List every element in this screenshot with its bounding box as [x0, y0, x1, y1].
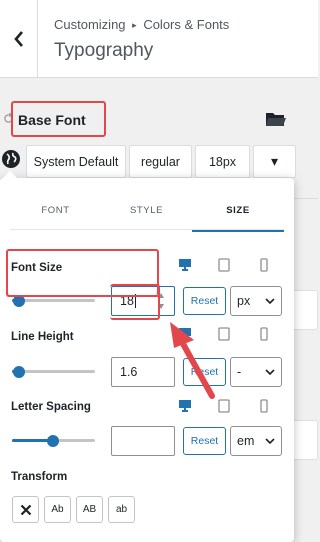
breadcrumb: Customizing ▸ Colors & Fonts [54, 17, 229, 32]
background-divider [294, 198, 318, 199]
breadcrumb-section: Colors & Fonts [143, 17, 230, 32]
chevron-down-icon [265, 368, 275, 375]
tab-style[interactable]: STYLE [101, 190, 192, 230]
letter-spacing-unit-select[interactable]: em [230, 426, 282, 456]
line-height-slider-thumb[interactable] [13, 366, 25, 378]
line-height-label: Line Height [11, 331, 74, 343]
tab-style-label: STYLE [129, 204, 164, 216]
transform-uppercase-label: AB [82, 504, 97, 515]
letter-spacing-reset-button[interactable]: Reset [183, 427, 226, 455]
transform-lowercase-label: ab [115, 504, 128, 515]
font-size-reset-label: Reset [190, 295, 219, 307]
popover-arrow [2, 171, 18, 179]
transform-lowercase-button[interactable]: ab [108, 496, 135, 523]
line-height-input-value: 1.6 [120, 365, 138, 379]
font-size-unit-select[interactable]: px [230, 286, 282, 316]
chevron-down-icon [265, 297, 275, 304]
transform-none-button[interactable] [12, 496, 39, 523]
transform-label: Transform [11, 471, 68, 483]
customizer-header: Customizing ▸ Colors & Fonts Typography [0, 0, 318, 78]
transform-capitalize-label: Ab [51, 504, 64, 515]
tab-size[interactable]: SIZE [192, 190, 284, 232]
close-icon [20, 504, 31, 515]
font-weight-chip[interactable]: regular [129, 145, 192, 178]
letter-spacing-label: Letter Spacing [11, 401, 91, 413]
line-height-unit-select[interactable]: - [230, 357, 282, 387]
annotation-arrow [170, 322, 215, 399]
letter-spacing-unit-value: em [237, 434, 255, 448]
tab-font[interactable]: FONT [10, 190, 101, 230]
highlight-box [110, 284, 160, 320]
tab-bar: FONT STYLE SIZE [10, 190, 284, 232]
letter-spacing-input[interactable] [111, 426, 175, 456]
folder-icon[interactable] [265, 110, 287, 128]
tab-size-label: SIZE [226, 204, 250, 216]
font-size-chip[interactable]: 18px [195, 145, 250, 178]
caret-down-icon: ▾ [270, 153, 279, 169]
mobile-icon[interactable] [257, 399, 271, 413]
tab-font-label: FONT [41, 204, 70, 216]
font-family-value: System Default [33, 154, 119, 169]
transform-uppercase-button[interactable]: AB [76, 496, 103, 523]
line-height-unit-value: - [237, 365, 242, 379]
page-title: Typography [54, 40, 154, 61]
tablet-icon[interactable] [217, 258, 231, 272]
font-family-chip[interactable]: System Default [26, 145, 126, 178]
mobile-icon[interactable] [257, 258, 271, 272]
font-weight-value: regular [141, 154, 180, 169]
transform-capitalize-button[interactable]: Ab [44, 496, 71, 523]
back-button[interactable] [0, 0, 38, 77]
chevron-down-icon [265, 437, 275, 444]
globe-icon[interactable] [1, 149, 21, 169]
font-size-unit-value: px [237, 294, 251, 308]
chevron-left-icon [13, 30, 23, 47]
font-size-value: 18px [208, 154, 237, 169]
tablet-icon[interactable] [217, 399, 231, 413]
desktop-icon[interactable] [178, 399, 192, 413]
letter-spacing-slider-thumb[interactable] [47, 435, 59, 447]
desktop-icon[interactable] [178, 258, 192, 272]
highlight-box [11, 101, 106, 137]
font-dropdown-toggle[interactable]: ▾ [253, 145, 296, 178]
breadcrumb-root: Customizing [54, 17, 126, 32]
breadcrumb-separator: ▸ [132, 20, 137, 30]
letter-spacing-reset-label: Reset [190, 435, 219, 447]
mobile-icon[interactable] [257, 327, 271, 341]
